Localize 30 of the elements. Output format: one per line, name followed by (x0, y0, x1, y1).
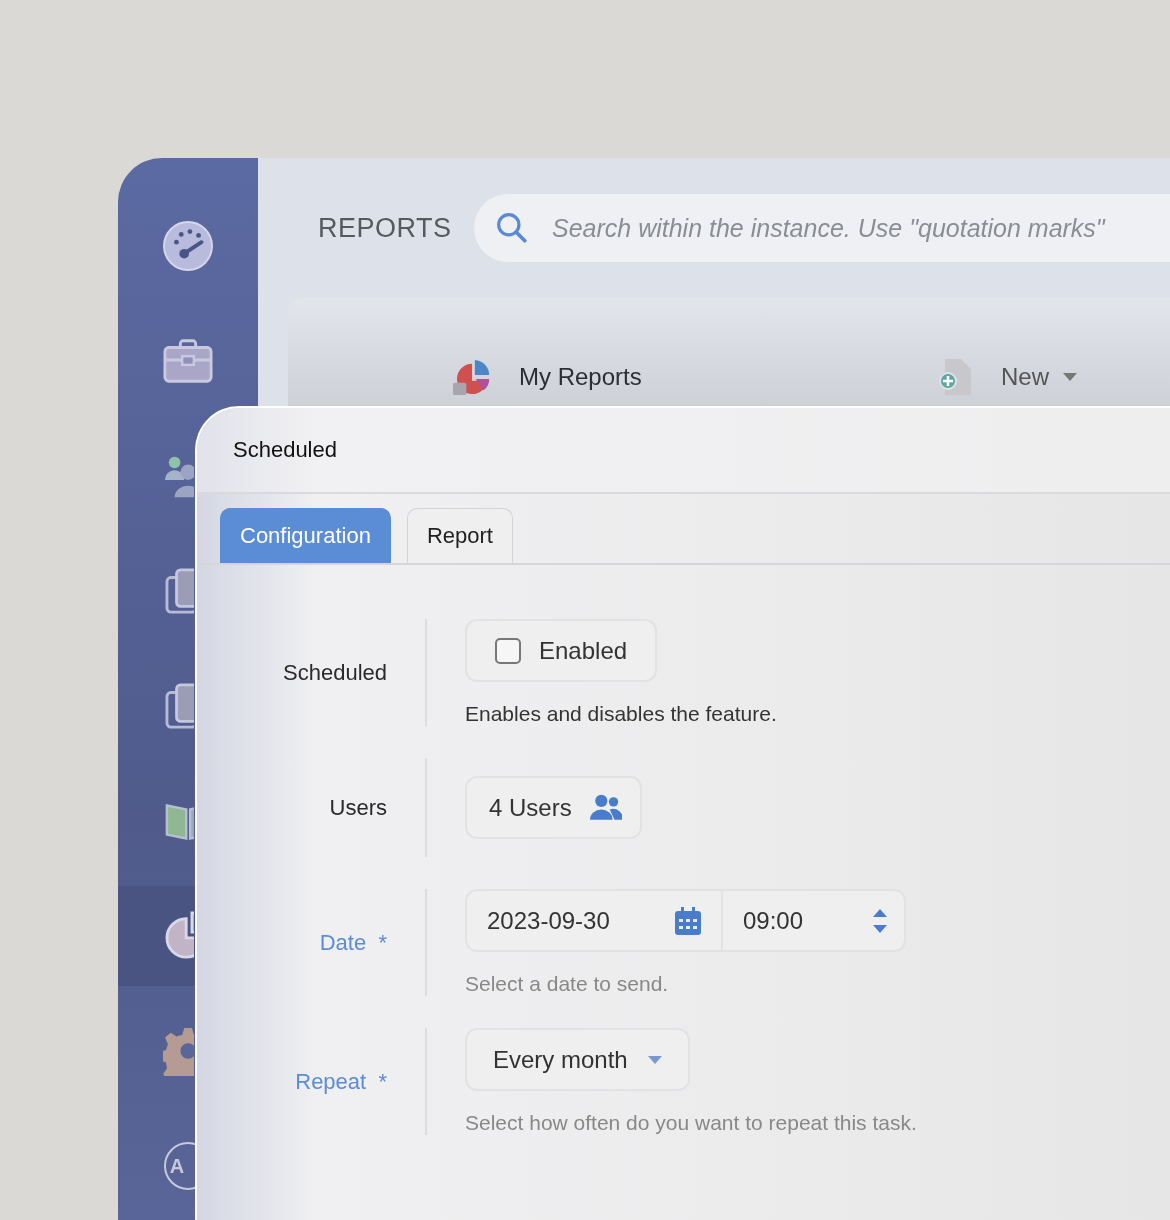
tab[interactable]: Report (406, 508, 513, 563)
documents-icon (163, 681, 194, 731)
time-field[interactable]: 09:00 (723, 889, 906, 952)
documents-icon (163, 566, 194, 616)
briefcase-icon (163, 336, 213, 386)
calendar-icon (675, 906, 701, 935)
pie-chart-icon (163, 911, 194, 961)
help-text: Enables and disables the feature. (465, 702, 777, 726)
gauge-icon (163, 221, 213, 271)
help-text: Select a date to send. (465, 972, 669, 996)
enabled-checkbox[interactable]: Enabled (465, 619, 658, 682)
dialog-title: Scheduled (233, 437, 337, 463)
help-text: Select how often do you want to repeat this task. (465, 1111, 917, 1135)
new-dropdown[interactable]: New (1001, 363, 1077, 391)
users-icon (589, 794, 622, 821)
settings-icon (163, 1026, 194, 1076)
search-field[interactable]: Search within the instance. Use "quotation marks" (474, 194, 1170, 262)
new-document-icon (939, 357, 973, 397)
users-button[interactable]: 4 Users (465, 776, 642, 839)
repeat-select[interactable]: Every month (465, 1028, 690, 1091)
search-icon (496, 212, 528, 244)
toolbar-title: My Reports (519, 363, 643, 391)
caret-icon (647, 1055, 662, 1064)
page-title: REPORTS (318, 212, 453, 244)
field-label: Scheduled (283, 659, 387, 686)
field-label: Repeat * (295, 1068, 387, 1095)
field-label: Users (329, 794, 387, 821)
field-label: Date * (319, 929, 387, 956)
date-field[interactable]: 2023-09-30 (465, 889, 723, 952)
caret-icon (1063, 373, 1077, 381)
